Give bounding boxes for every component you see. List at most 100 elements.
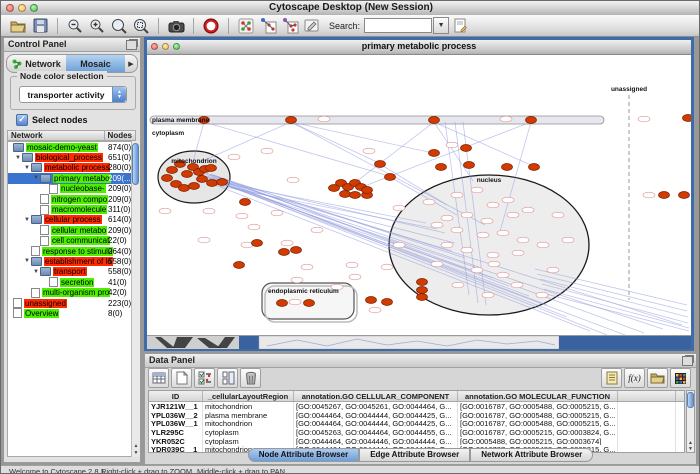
selected-gene-node[interactable] [429,150,440,157]
selected-gene-node[interactable] [526,117,537,124]
search-dropdown-icon[interactable]: ▼ [433,17,449,34]
gene-node[interactable] [441,242,453,248]
network-layout-2-icon[interactable] [280,16,300,35]
gene-node[interactable] [488,261,500,267]
float-panel-icon[interactable] [682,356,693,366]
tree-row-establishment-of-lo[interactable]: ▼establishment of lo558(0) [8,256,135,266]
tree-row-transport[interactable]: ▼transport558(0) [8,267,135,277]
gene-node[interactable] [287,177,299,183]
tab-overflow-arrow-icon[interactable]: ▶ [125,60,137,68]
gene-node[interactable] [507,212,519,218]
gene-node[interactable] [537,242,549,248]
gene-node[interactable] [500,116,512,122]
gene-node[interactable] [512,250,524,256]
gene-node[interactable] [643,192,655,198]
gene-node[interactable] [203,208,215,214]
selected-gene-node[interactable] [375,161,386,168]
selected-gene-node[interactable] [382,299,393,306]
gene-node[interactable] [552,212,564,218]
gene-node[interactable] [369,307,381,313]
selected-gene-node[interactable] [252,240,263,247]
tree-row-response-to-stimulu[interactable]: response to stimulu264(0) [8,246,135,256]
tree-row-multi-organism-pro[interactable]: multi-organism pro42(0) [8,287,135,297]
gene-node[interactable] [346,262,358,268]
selected-gene-node[interactable] [240,199,251,206]
column-header[interactable]: ID [149,391,203,401]
gene-node[interactable] [487,202,499,208]
gene-node[interactable] [363,148,375,154]
gene-node[interactable] [248,224,260,230]
selected-gene-node[interactable] [217,179,228,186]
tab-mosaic[interactable]: Mosaic [66,55,125,72]
selected-gene-node[interactable] [683,115,692,122]
edge[interactable] [544,289,689,328]
network-canvas[interactable]: plasma membrane cytoplasm mitochondrion … [147,55,691,335]
select-attributes-icon[interactable] [148,368,169,388]
gene-node[interactable] [261,148,273,154]
zoom-fit-icon[interactable] [109,16,129,35]
selected-gene-node[interactable] [234,262,245,269]
gene-node[interactable] [198,237,210,243]
save-icon[interactable] [30,16,50,35]
edge[interactable] [198,122,291,163]
table-scrollbar-thumb[interactable] [687,392,694,408]
tree-scrollbar-thumb[interactable] [132,143,139,185]
trash-icon[interactable] [240,368,261,388]
gene-node[interactable] [431,261,443,267]
gene-node[interactable] [547,267,559,273]
selected-gene-node[interactable] [197,176,208,183]
edge[interactable] [291,122,433,153]
tab-network[interactable]: Network [7,55,66,72]
gene-node[interactable] [481,218,493,224]
selected-gene-node[interactable] [429,117,440,124]
gene-node[interactable] [451,227,463,233]
tree-row-overview[interactable]: Overview8(0) [8,308,135,318]
node-color-dropdown[interactable]: transporter activity ▲▼ [19,86,127,103]
gene-node[interactable] [236,213,248,219]
edge[interactable] [204,122,389,176]
tree-row-unassigned[interactable]: unassigned223(0) [8,298,135,308]
camera-icon[interactable] [166,16,186,35]
tree-row-biological-process[interactable]: ▼biological_process651(0) [8,152,135,162]
gene-node[interactable] [446,142,458,148]
gene-node[interactable] [487,252,499,258]
expander-icon[interactable]: ▼ [8,269,39,275]
life-ring-icon[interactable] [201,16,221,35]
gene-node[interactable] [349,274,361,280]
selected-gene-node[interactable] [182,171,193,178]
tree-scrollbar-arrows[interactable]: ▲▼ [132,443,140,457]
tree-row-secretion[interactable]: secretion41(0) [8,277,135,287]
selected-gene-node[interactable] [679,192,690,199]
report-icon[interactable] [601,368,622,388]
float-panel-icon[interactable] [126,40,137,50]
table-row[interactable]: YPL036W__2plasma membrane[GO:0044464, GO… [149,411,684,420]
selected-gene-node[interactable] [659,192,670,199]
expander-icon[interactable]: ▼ [8,258,30,264]
tree-row-cellular-metabo[interactable]: cellular metabo209(0) [8,225,135,235]
gene-node[interactable] [451,192,463,198]
tree-header-network[interactable]: Network [8,131,105,140]
gene-node[interactable] [638,116,650,122]
column-header[interactable] [618,391,676,401]
select-nodes-checkbox[interactable]: ✓ [16,114,28,126]
table-row[interactable]: YLR295Ccytoplasm[GO:0045263, GO:0044464,… [149,428,684,437]
gene-node[interactable] [159,208,171,214]
selected-gene-node[interactable] [207,180,218,187]
gene-node[interactable] [228,154,240,160]
attribute-table[interactable]: ID_cellularLayoutRegionannotation.GO CEL… [148,390,685,453]
column-header[interactable]: annotation.GO MOLECULAR_FUNCTION [458,391,618,401]
tree-header-nodes[interactable]: Nodes [105,131,135,140]
selected-gene-node[interactable] [461,145,472,152]
gene-node[interactable] [497,272,509,278]
selected-gene-node[interactable] [189,183,200,190]
network-window-titlebar[interactable]: primary metabolic process [147,40,691,55]
gene-node[interactable] [423,199,435,205]
gene-node[interactable] [393,242,405,248]
selected-gene-node[interactable] [436,164,447,171]
tree-row-cellular-process[interactable]: ▼cellular process614(0) [8,215,135,225]
tab-network-attribute-browser[interactable]: Network Attribute Browser [470,448,593,462]
network-small-icon[interactable] [236,16,256,35]
selected-gene-node[interactable] [206,165,217,172]
gene-node[interactable] [562,237,574,243]
selected-gene-node[interactable] [417,294,428,301]
